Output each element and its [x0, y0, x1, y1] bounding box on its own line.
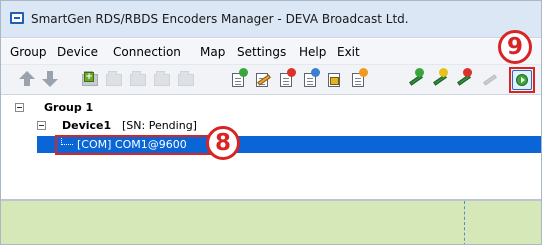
group-icon[interactable] — [129, 70, 147, 88]
move-up-icon[interactable] — [18, 70, 36, 88]
menu-settings[interactable]: Settings — [237, 45, 286, 59]
group-label: Group 1 — [44, 101, 94, 114]
group-icon[interactable] — [105, 70, 123, 88]
device-serial: [SN: Pending] — [122, 119, 197, 132]
group-icon[interactable] — [177, 70, 195, 88]
menu-device[interactable]: Device — [57, 45, 98, 59]
title-bar: SmartGen RDS/RBDS Encoders Manager - DEV… — [1, 1, 541, 38]
callout-9: 9 — [498, 30, 532, 64]
device-settings-icon[interactable] — [301, 68, 320, 88]
delete-connection-icon[interactable] — [453, 68, 472, 88]
collapse-icon[interactable] — [37, 121, 46, 130]
menu-map[interactable]: Map — [200, 45, 225, 59]
edit-device-icon[interactable] — [253, 70, 271, 88]
app-window: SmartGen RDS/RBDS Encoders Manager - DEV… — [0, 0, 542, 245]
device-label: Device1 — [62, 119, 112, 132]
connection-highlight — [55, 135, 225, 155]
group-icon[interactable] — [153, 70, 171, 88]
toolbar: + — [1, 65, 541, 95]
add-device-icon[interactable] — [229, 68, 248, 88]
new-group-icon[interactable]: + — [81, 70, 99, 88]
device-alert-icon[interactable] — [349, 68, 368, 88]
collapse-icon[interactable] — [15, 103, 24, 112]
window-title: SmartGen RDS/RBDS Encoders Manager - DEV… — [31, 12, 409, 26]
map-guide-line — [464, 201, 465, 244]
menu-bar: Group Device Connection Map Settings Hel… — [1, 39, 541, 65]
add-connection-icon[interactable] — [405, 68, 424, 88]
window-app-icon — [10, 12, 24, 24]
menu-group[interactable]: Group — [10, 45, 47, 59]
connection-disabled-icon[interactable] — [479, 70, 497, 88]
tree-row-device[interactable]: Device1 [SN: Pending] — [1, 118, 541, 135]
details-panel — [1, 201, 541, 244]
move-down-icon[interactable] — [41, 70, 59, 88]
lock-device-icon[interactable] — [325, 70, 343, 88]
tree-row-group[interactable]: Group 1 — [1, 100, 541, 117]
menu-help[interactable]: Help — [299, 45, 326, 59]
menu-exit[interactable]: Exit — [337, 45, 360, 59]
delete-device-icon[interactable] — [277, 68, 296, 88]
callout-8: 8 — [206, 126, 240, 160]
start-highlight — [509, 67, 535, 93]
edit-connection-icon[interactable] — [429, 68, 448, 88]
menu-connection[interactable]: Connection — [113, 45, 181, 59]
